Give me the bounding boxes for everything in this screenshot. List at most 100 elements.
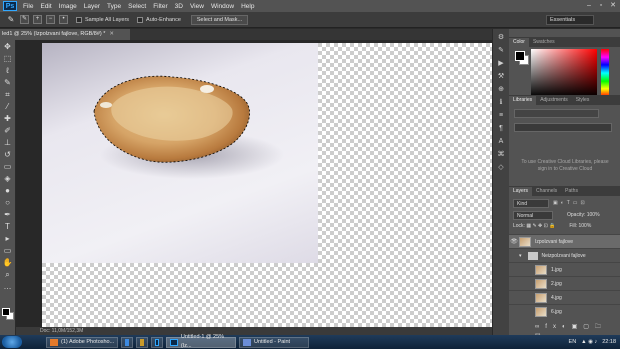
library-select[interactable] xyxy=(514,109,599,118)
hand-tool-icon[interactable]: ✋ xyxy=(2,258,14,268)
subtract-from-selection-icon[interactable]: − xyxy=(46,15,55,24)
chevron-down-icon[interactable]: ▾ xyxy=(519,253,522,259)
lasso-tool-icon[interactable]: ℓ xyxy=(2,66,14,76)
taskbar-photoshop-browser[interactable]: (1) Adobe Photosho... xyxy=(46,336,118,348)
eraser-tool-icon[interactable]: ▭ xyxy=(2,162,14,172)
close-icon[interactable]: ✕ xyxy=(608,1,618,10)
sample-all-layers-checkbox[interactable]: Sample All Layers xyxy=(76,16,129,23)
quick-selection-tool-icon[interactable]: ✎ xyxy=(6,15,16,25)
menu-edit[interactable]: Edit xyxy=(40,3,51,10)
taskbar-photoshop-doc[interactable]: Untitled-1 @ 25% (Iz... xyxy=(166,334,236,349)
type-tool-icon[interactable]: T xyxy=(2,222,14,232)
task-label: Untitled-1 @ 25% (Iz... xyxy=(180,334,225,349)
glyphs-panel-icon[interactable]: ⌘ xyxy=(496,150,507,159)
history-brush-tool-icon[interactable]: ↺ xyxy=(2,150,14,160)
quick-selection-tool-icon[interactable]: ✎ xyxy=(2,78,14,88)
history-panel-icon[interactable]: ⚙ xyxy=(496,33,507,42)
close-tab-icon[interactable]: ✕ xyxy=(109,31,114,37)
menu-image[interactable]: Image xyxy=(59,3,77,10)
move-tool-icon[interactable]: ✥ xyxy=(2,42,14,52)
more-tools-icon[interactable]: … xyxy=(2,282,14,292)
tab-styles[interactable]: Styles xyxy=(572,96,594,105)
brush-panel-icon[interactable]: ✎ xyxy=(496,46,507,55)
maximize-icon[interactable]: ▫ xyxy=(596,1,606,10)
tray-icons[interactable]: ▲ ◉ ♪ xyxy=(581,339,597,345)
taskbar-ie[interactable] xyxy=(121,336,133,348)
auto-enhance-checkbox[interactable]: Auto-Enhance xyxy=(137,16,181,23)
canvas-area[interactable] xyxy=(16,40,492,327)
layer-row[interactable]: 4.jpg xyxy=(509,290,620,304)
menu-window[interactable]: Window xyxy=(211,3,234,10)
tab-color[interactable]: Color xyxy=(509,38,529,47)
character-panel-icon[interactable]: A xyxy=(496,137,507,146)
marquee-tool-icon[interactable]: ⬚ xyxy=(2,54,14,64)
opacity-control[interactable]: Opacity: 100% xyxy=(567,211,617,220)
layer-row[interactable]: 👁 Izpolzvani fajlove xyxy=(509,234,620,248)
3d-panel-icon[interactable]: ◇ xyxy=(496,163,507,172)
layers-bottom-icons[interactable]: ∞fx◐▣▢🗀🗑 xyxy=(535,322,617,340)
layer-group-row[interactable]: ▾ Neizpolzvani fajlove xyxy=(509,248,620,262)
tab-paths[interactable]: Paths xyxy=(561,187,582,196)
tab-channels[interactable]: Channels xyxy=(532,187,561,196)
menu-layer[interactable]: Layer xyxy=(84,3,100,10)
menu-file[interactable]: File xyxy=(23,3,33,10)
workspace-select[interactable]: Essentials xyxy=(546,15,594,25)
layer-row[interactable]: 1.jpg xyxy=(509,262,620,276)
taskbar-media[interactable] xyxy=(136,336,148,348)
tab-adjustments[interactable]: Adjustments xyxy=(536,96,572,105)
actions-panel-icon[interactable]: ▶ xyxy=(496,59,507,68)
zoom-tool-icon[interactable]: ⌕ xyxy=(2,270,14,280)
minimize-icon[interactable]: – xyxy=(584,1,594,10)
layer-row[interactable]: 6.jpg xyxy=(509,304,620,318)
tool-presets-icon[interactable]: ⚒ xyxy=(496,72,507,81)
paragraph-panel-icon[interactable]: ¶ xyxy=(496,124,507,133)
library-search-input[interactable] xyxy=(514,123,612,132)
select-and-mask-button[interactable]: Select and Mask... xyxy=(190,14,249,25)
hue-slider[interactable] xyxy=(601,49,609,97)
info-panel-icon[interactable]: ℹ xyxy=(496,98,507,107)
menu-filter[interactable]: Filter xyxy=(153,3,167,10)
tab-libraries[interactable]: Libraries xyxy=(509,96,537,105)
brush-tool-icon[interactable]: ✐ xyxy=(2,126,14,136)
pen-tool-icon[interactable]: ✒ xyxy=(2,210,14,220)
menu-select[interactable]: Select xyxy=(128,3,146,10)
foreground-color-chip[interactable] xyxy=(515,51,525,61)
blur-tool-icon[interactable]: ● xyxy=(2,186,14,196)
dodge-tool-icon[interactable]: ○ xyxy=(2,198,14,208)
taskbar-ps-pinned[interactable] xyxy=(151,336,163,348)
paint-bucket-tool-icon[interactable]: ◈ xyxy=(2,174,14,184)
menu-3d[interactable]: 3D xyxy=(175,3,183,10)
clone-stamp-tool-icon[interactable]: ⊥ xyxy=(2,138,14,148)
layer-row[interactable]: 2.jpg xyxy=(509,276,620,290)
color-spectrum-field[interactable] xyxy=(531,49,597,97)
clone-source-icon[interactable]: ⊕ xyxy=(496,85,507,94)
eye-icon[interactable]: 👁 xyxy=(509,238,519,245)
new-selection-icon[interactable]: ✎ xyxy=(20,15,29,24)
rectangle-tool-icon[interactable]: ▭ xyxy=(2,246,14,256)
menu-type[interactable]: Type xyxy=(107,3,121,10)
menu-view[interactable]: View xyxy=(190,3,204,10)
add-to-selection-icon[interactable]: + xyxy=(33,15,42,24)
language-indicator[interactable]: EN xyxy=(569,339,577,345)
fill-value[interactable]: 100% xyxy=(578,223,591,229)
tab-layers[interactable]: Layers xyxy=(509,187,533,196)
healing-brush-tool-icon[interactable]: ✚ xyxy=(2,114,14,124)
opacity-value[interactable]: 100% xyxy=(587,212,600,218)
taskbar-paint[interactable]: Untitled - Paint xyxy=(239,336,309,348)
blend-mode-select[interactable]: Normal xyxy=(513,211,553,220)
layer-filter-kind-select[interactable]: Kind xyxy=(513,199,549,208)
foreground-color-swatch[interactable] xyxy=(2,308,10,316)
menu-help[interactable]: Help xyxy=(241,3,254,10)
taskbar: (1) Adobe Photosho... Untitled-1 @ 25% (… xyxy=(0,334,620,349)
path-selection-tool-icon[interactable]: ▸ xyxy=(2,234,14,244)
photo-layer[interactable] xyxy=(42,43,318,263)
start-button[interactable] xyxy=(2,336,22,348)
brush-size-icon[interactable]: • xyxy=(59,15,68,24)
properties-panel-icon[interactable]: ≡ xyxy=(496,111,507,120)
tab-swatches[interactable]: Swatches xyxy=(529,38,559,47)
eyedropper-tool-icon[interactable]: ⁄ xyxy=(2,102,14,112)
crop-tool-icon[interactable]: ⌗ xyxy=(2,90,14,100)
clock[interactable]: 22:18 xyxy=(602,339,616,345)
document-tab[interactable]: led1 @ 25% (Izpolzvani fajlove, RGB/8#) … xyxy=(0,29,130,40)
layer-filter-icons[interactable]: ▣◐T▭⊡ xyxy=(553,199,615,208)
